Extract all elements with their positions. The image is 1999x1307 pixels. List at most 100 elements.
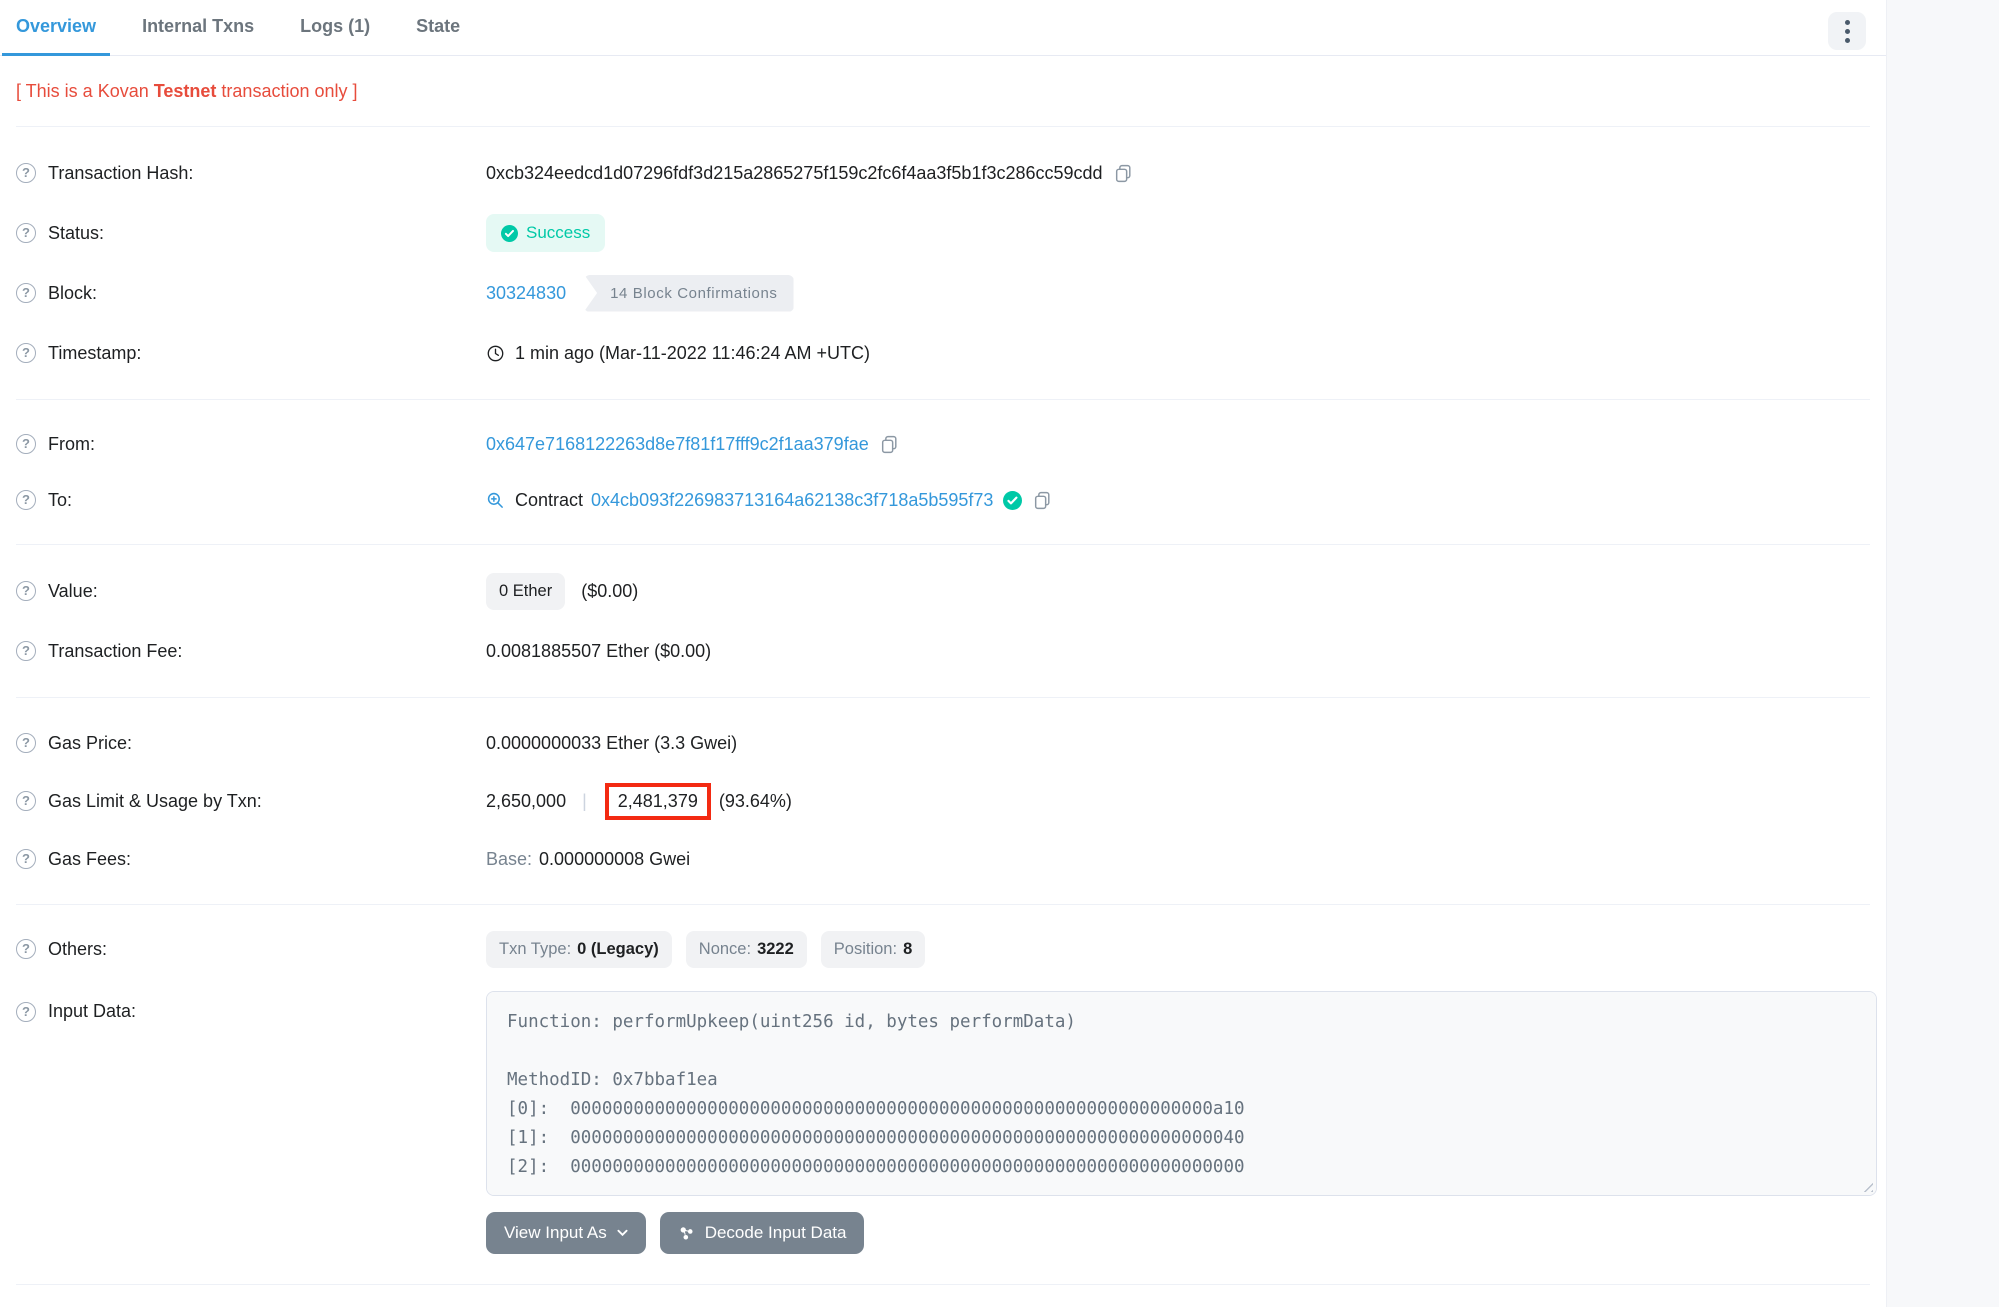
row-label: ? Gas Fees:	[16, 849, 486, 870]
testnet-notice-prefix: [ This is a Kovan	[16, 81, 154, 101]
copy-icon	[1032, 490, 1053, 511]
resize-handle[interactable]	[1860, 1179, 1873, 1192]
row-label: ? Gas Limit & Usage by Txn:	[16, 791, 486, 812]
kebab-dot-icon	[1845, 38, 1850, 43]
row-gas-price: ? Gas Price: 0.0000000033 Ether (3.3 Gwe…	[16, 714, 1870, 772]
help-icon[interactable]: ?	[16, 343, 36, 363]
copy-to-address-button[interactable]	[1032, 490, 1053, 511]
input-data-container: Function: performUpkeep(uint256 id, byte…	[486, 991, 1877, 1254]
status-badge: Success	[486, 214, 605, 252]
row-gas-limit-usage: ? Gas Limit & Usage by Txn: 2,650,000 | …	[16, 772, 1870, 830]
section-gas: ? Gas Price: 0.0000000033 Ether (3.3 Gwe…	[0, 698, 1886, 904]
help-icon[interactable]: ?	[16, 434, 36, 454]
row-block: ? Block: 30324830 14 Block Confirmations	[16, 263, 1870, 323]
help-icon[interactable]: ?	[16, 283, 36, 303]
testnet-notice-suffix: transaction only ]	[216, 81, 357, 101]
tab-bar: Overview Internal Txns Logs (1) State	[0, 0, 1886, 56]
gas-limit-label: Gas Limit & Usage by Txn:	[48, 791, 262, 812]
status-label: Status:	[48, 223, 104, 244]
to-label: To:	[48, 490, 72, 511]
fiat-value: ($0.00)	[581, 581, 638, 602]
transaction-fee-label: Transaction Fee:	[48, 641, 182, 662]
row-label: ? Others:	[16, 939, 486, 960]
base-fee-value: 0.000000008 Gwei	[539, 849, 690, 870]
gas-price-value: 0.0000000033 Ether (3.3 Gwei)	[486, 733, 737, 754]
tab-logs[interactable]: Logs (1)	[286, 0, 384, 56]
from-address-link[interactable]: 0x647e7168122263d8e7f81f17fff9c2f1aa379f…	[486, 434, 869, 455]
decode-icon	[678, 1225, 695, 1242]
decode-input-data-button[interactable]: Decode Input Data	[660, 1212, 865, 1254]
gas-price-label: Gas Price:	[48, 733, 132, 754]
transaction-hash-value: 0xcb324eedcd1d07296fdf3d215a2865275f159c…	[486, 163, 1103, 184]
row-label: ? Timestamp:	[16, 343, 486, 364]
gas-limit-value: 2,650,000	[486, 791, 566, 812]
timestamp-value: 1 min ago (Mar-11-2022 11:46:24 AM +UTC)	[515, 343, 870, 364]
row-value: 0.0081885507 Ether ($0.00)	[486, 641, 1870, 662]
section-value: ? Value: 0 Ether ($0.00) ? Transaction F…	[0, 545, 1886, 697]
position-key: Position:	[834, 940, 897, 959]
base-fee-label: Base:	[486, 849, 532, 870]
help-icon[interactable]: ?	[16, 581, 36, 601]
status-value: Success	[526, 223, 590, 243]
tab-state[interactable]: State	[402, 0, 474, 56]
txn-type-key: Txn Type:	[499, 940, 571, 959]
row-value: Contract 0x4cb093f226983713164a62138c3f7…	[486, 490, 1870, 511]
help-icon[interactable]: ?	[16, 223, 36, 243]
tab-internal-txns[interactable]: Internal Txns	[128, 0, 268, 56]
clock-icon	[486, 344, 505, 363]
input-data-actions: View Input As Decode Input Data	[486, 1212, 1877, 1254]
row-timestamp: ? Timestamp: 1 min ago (Mar-11-2022 11:4…	[16, 323, 1870, 383]
nonce-badge: Nonce: 3222	[686, 931, 807, 968]
nonce-value: 3222	[757, 940, 794, 959]
help-icon[interactable]: ?	[16, 733, 36, 753]
kebab-menu-button[interactable]	[1828, 12, 1866, 50]
txn-type-value: 0 (Legacy)	[577, 940, 659, 959]
row-from: ? From: 0x647e7168122263d8e7f81f17fff9c2…	[16, 416, 1870, 472]
others-label: Others:	[48, 939, 107, 960]
help-icon[interactable]: ?	[16, 490, 36, 510]
kebab-dot-icon	[1845, 20, 1850, 25]
row-others: ? Others: Txn Type: 0 (Legacy) Nonce: 32…	[16, 921, 1870, 977]
position-value: 8	[903, 940, 912, 959]
section-addresses: ? From: 0x647e7168122263d8e7f81f17fff9c2…	[0, 400, 1886, 544]
row-label: ? Status:	[16, 223, 486, 244]
row-value: 30324830 14 Block Confirmations	[486, 275, 1870, 312]
row-value-amount: ? Value: 0 Ether ($0.00)	[16, 561, 1870, 621]
input-data-textarea[interactable]: Function: performUpkeep(uint256 id, byte…	[486, 991, 1877, 1196]
block-confirmations-badge: 14 Block Confirmations	[584, 275, 793, 312]
help-icon[interactable]: ?	[16, 163, 36, 183]
row-transaction-hash: ? Transaction Hash: 0xcb324eedcd1d07296f…	[16, 143, 1870, 203]
row-input-data: ? Input Data: Function: performUpkeep(ui…	[16, 991, 1870, 1254]
copy-icon	[1113, 163, 1134, 184]
copy-hash-button[interactable]	[1113, 163, 1134, 184]
verified-check-icon	[1003, 491, 1022, 510]
transaction-hash-label: Transaction Hash:	[48, 163, 193, 184]
transaction-overview-card: Overview Internal Txns Logs (1) State [ …	[0, 0, 1886, 1285]
input-data-label: Input Data:	[48, 1001, 136, 1022]
timestamp-label: Timestamp:	[48, 343, 141, 364]
testnet-notice-bold: Testnet	[154, 81, 217, 101]
check-circle-icon	[501, 225, 518, 242]
row-value: Base: 0.000000008 Gwei	[486, 849, 1870, 870]
value-label: Value:	[48, 581, 98, 602]
row-label: ? From:	[16, 434, 486, 455]
view-input-as-button[interactable]: View Input As	[486, 1212, 646, 1254]
tab-overview[interactable]: Overview	[2, 0, 110, 56]
position-badge: Position: 8	[821, 931, 925, 968]
block-number-link[interactable]: 30324830	[486, 283, 566, 304]
help-icon[interactable]: ?	[16, 1002, 36, 1022]
input-data-content: Function: performUpkeep(uint256 id, byte…	[507, 1008, 1856, 1182]
row-value: 1 min ago (Mar-11-2022 11:46:24 AM +UTC)	[486, 343, 1870, 364]
copy-from-address-button[interactable]	[879, 434, 900, 455]
help-icon[interactable]: ?	[16, 849, 36, 869]
txn-type-badge: Txn Type: 0 (Legacy)	[486, 931, 672, 968]
row-value: Txn Type: 0 (Legacy) Nonce: 3222 Positio…	[486, 931, 1870, 968]
divider	[16, 1284, 1870, 1285]
help-icon[interactable]: ?	[16, 791, 36, 811]
decode-input-data-label: Decode Input Data	[705, 1223, 847, 1243]
to-address-link[interactable]: 0x4cb093f226983713164a62138c3f718a5b595f…	[591, 490, 993, 511]
zoom-in-icon[interactable]	[486, 491, 505, 510]
help-icon[interactable]: ?	[16, 939, 36, 959]
chevron-down-icon	[617, 1229, 628, 1237]
help-icon[interactable]: ?	[16, 641, 36, 661]
